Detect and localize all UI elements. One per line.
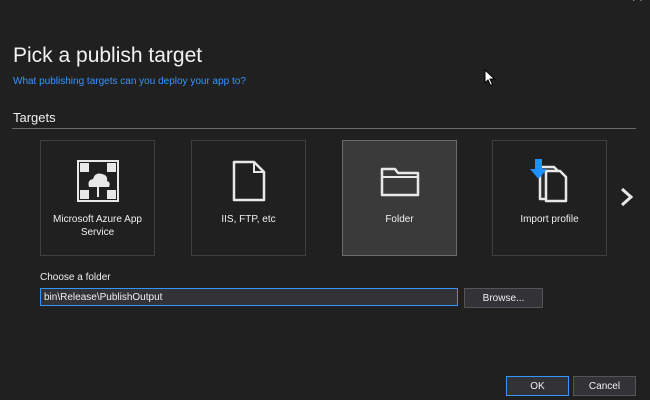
- choose-folder-label: Choose a folder: [40, 272, 111, 283]
- target-label: Folder: [385, 214, 414, 225]
- cancel-button[interactable]: Cancel: [573, 376, 636, 396]
- dialog-title: Pick a publish target: [13, 44, 203, 67]
- mouse-cursor-icon: [484, 68, 496, 92]
- target-label: Microsoft Azure App Service: [53, 214, 142, 238]
- target-azure-app-service[interactable]: Microsoft Azure App Service: [40, 140, 155, 256]
- target-import-profile[interactable]: Import profile: [492, 140, 607, 256]
- publish-dialog: ✕ Pick a publish target What publishing …: [0, 0, 650, 400]
- target-folder[interactable]: Folder: [342, 140, 457, 256]
- azure-app-service-icon: [76, 159, 119, 203]
- chevron-right-icon[interactable]: [617, 186, 637, 208]
- target-label: Import profile: [520, 214, 579, 225]
- close-icon[interactable]: ✕: [631, 0, 644, 6]
- document-icon: [232, 159, 266, 203]
- ok-button[interactable]: OK: [506, 376, 569, 396]
- import-profile-icon: [528, 159, 572, 203]
- dialog-subtitle-link[interactable]: What publishing targets can you deploy y…: [13, 76, 246, 87]
- browse-button[interactable]: Browse...: [464, 288, 543, 308]
- target-label: IIS, FTP, etc: [221, 214, 276, 225]
- folder-path-input[interactable]: [40, 288, 458, 306]
- folder-icon: [380, 159, 420, 203]
- target-iis-ftp[interactable]: IIS, FTP, etc: [191, 140, 306, 256]
- section-divider: [12, 128, 636, 129]
- targets-section-label: Targets: [13, 110, 56, 125]
